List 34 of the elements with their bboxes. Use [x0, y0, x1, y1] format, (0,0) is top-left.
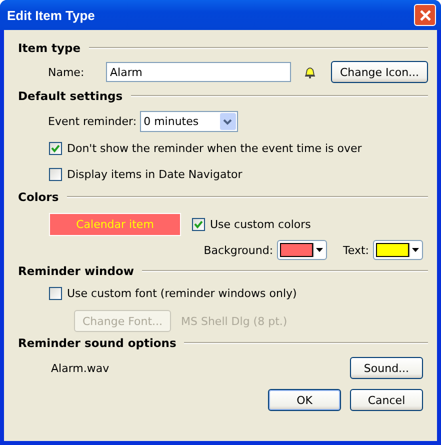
color-picker[interactable]	[277, 240, 328, 260]
event-reminder-label: Event reminder:	[48, 115, 137, 128]
name-field[interactable]: Alarm	[106, 62, 291, 82]
close-button[interactable]	[414, 4, 436, 26]
checkbox-label: Use custom font (reminder windows only)	[67, 287, 297, 300]
reminder-dropdown[interactable]: 0 minutes	[140, 111, 238, 132]
bell-icon	[303, 65, 317, 79]
ok-button[interactable]: OK	[268, 389, 341, 411]
checkbox[interactable]	[49, 142, 62, 155]
checkbox[interactable]	[49, 287, 62, 300]
checkbox[interactable]	[192, 218, 205, 230]
font-name: MS Shell Dlg (8 pt.)	[181, 314, 288, 328]
checkbox-label: Don't show the reminder when the event time is over	[67, 142, 362, 155]
section-heading: Default settings	[18, 89, 123, 103]
checkbox-label: Display items in Date Navigator	[67, 168, 242, 181]
name-label: Name:	[48, 66, 86, 78]
cancel-button[interactable]: Cancel	[350, 389, 423, 411]
section-heading: Item type	[18, 41, 81, 55]
section-heading: Colors	[18, 190, 59, 204]
close-icon	[418, 8, 432, 22]
color-label: Background:	[204, 244, 274, 256]
dropdown-arrow-icon	[316, 248, 323, 252]
dropdown-arrow-icon	[412, 248, 418, 252]
sound-button[interactable]: Sound...	[350, 357, 423, 379]
section-heading: Reminder sound options	[18, 336, 176, 350]
checkbox-label: Use custom colors	[210, 218, 311, 230]
change-icon-button[interactable]: Change Icon...	[331, 61, 428, 83]
sound-file-name: Alarm.wav	[51, 362, 110, 374]
color-picker[interactable]	[373, 240, 423, 260]
section-heading: Reminder window	[18, 264, 134, 278]
color-label: Text:	[343, 244, 369, 256]
color-preview: Calendar item	[49, 212, 181, 236]
window-title: Edit Item Type	[7, 8, 95, 22]
checkbox[interactable]	[49, 168, 62, 181]
